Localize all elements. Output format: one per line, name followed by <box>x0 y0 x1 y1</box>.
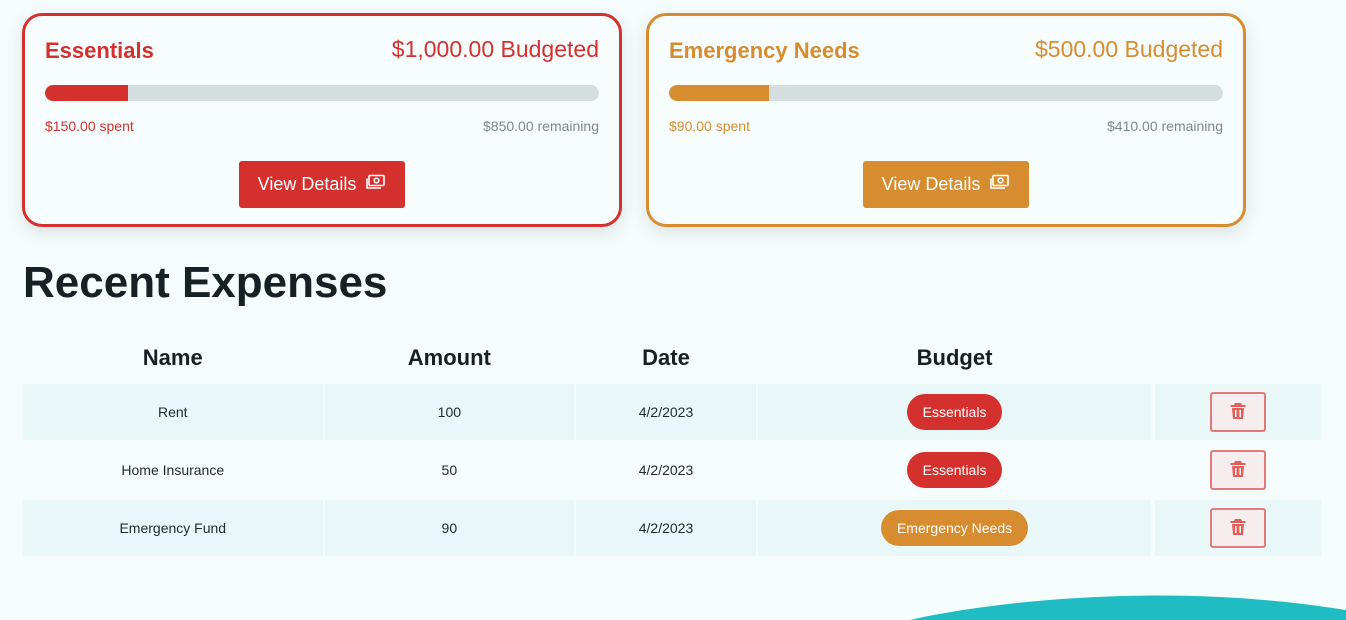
page: Essentials $1,000.00 Budgeted $150.00 sp… <box>0 0 1346 620</box>
decorative-wave <box>910 595 1346 620</box>
